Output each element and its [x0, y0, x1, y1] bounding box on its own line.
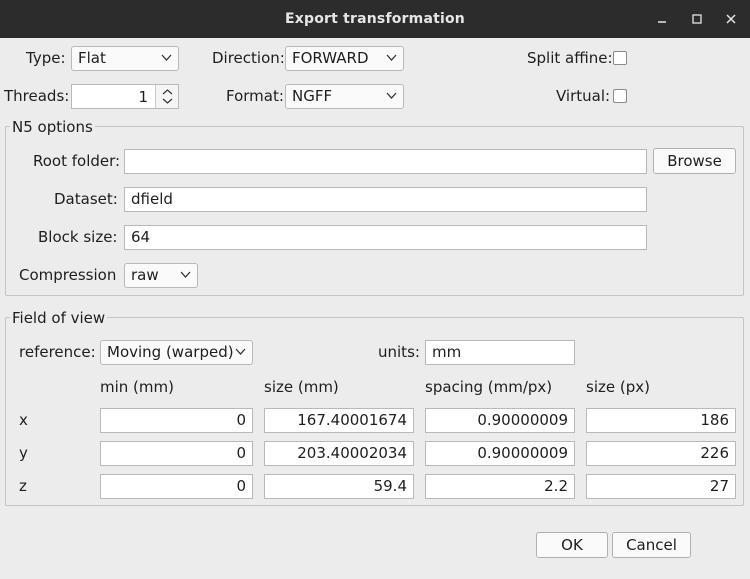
maximize-icon[interactable]	[687, 9, 707, 29]
block-size-input[interactable]: 64	[124, 225, 647, 250]
ok-button[interactable]: OK	[536, 532, 608, 558]
chevron-down-icon	[235, 348, 246, 355]
root-folder-label: Root folder:	[33, 152, 121, 170]
split-affine-label: Split affine:	[527, 49, 613, 67]
close-icon[interactable]	[721, 9, 741, 29]
split-affine-checkbox[interactable]	[613, 51, 627, 65]
chevron-down-icon	[180, 271, 191, 278]
header-min-mm: min (mm)	[100, 378, 174, 396]
type-combo[interactable]: Flat	[71, 46, 179, 71]
title-bar[interactable]: Export transformation	[0, 0, 750, 38]
y-spacing-input[interactable]: 0.90000009	[425, 441, 575, 466]
threads-value: 1	[138, 88, 148, 106]
x-spacing-input[interactable]: 0.90000009	[425, 408, 575, 433]
dataset-input[interactable]: dfield	[124, 187, 647, 212]
virtual-label: Virtual:	[556, 87, 611, 105]
x-size-mm-input[interactable]: 167.40001674	[264, 408, 414, 433]
threads-spinner[interactable]: 1	[71, 84, 179, 109]
direction-label: Direction:	[212, 49, 285, 67]
axis-y-label: y	[19, 444, 28, 462]
chevron-down-icon	[386, 92, 397, 99]
threads-spin-buttons[interactable]	[155, 85, 178, 108]
format-label: Format:	[226, 87, 284, 105]
direction-combo-value: FORWARD	[292, 49, 369, 67]
root-folder-input[interactable]	[124, 149, 647, 174]
window-title: Export transformation	[285, 11, 465, 27]
reference-label: reference:	[19, 343, 96, 361]
z-size-mm-input[interactable]: 59.4	[264, 474, 414, 499]
type-combo-value: Flat	[78, 49, 106, 67]
dataset-label: Dataset:	[54, 190, 118, 208]
compression-label: Compression	[19, 266, 117, 284]
type-label: Type:	[26, 49, 66, 67]
y-min-input[interactable]: 0	[100, 441, 253, 466]
spin-arrows-icon	[162, 89, 173, 104]
axis-z-label: z	[19, 477, 27, 495]
z-spacing-input[interactable]: 2.2	[425, 474, 575, 499]
x-min-input[interactable]: 0	[100, 408, 253, 433]
header-size-px: size (px)	[586, 378, 650, 396]
x-size-px-input[interactable]: 186	[586, 408, 736, 433]
z-size-px-input[interactable]: 27	[586, 474, 736, 499]
format-combo[interactable]: NGFF	[285, 84, 404, 109]
reference-combo[interactable]: Moving (warped)	[100, 340, 253, 365]
reference-combo-value: Moving (warped)	[107, 343, 234, 361]
block-size-label: Block size:	[38, 228, 118, 246]
y-size-px-input[interactable]: 226	[586, 441, 736, 466]
chevron-down-icon	[161, 54, 172, 61]
header-size-mm: size (mm)	[264, 378, 339, 396]
units-label: units:	[378, 343, 420, 361]
minimize-icon[interactable]	[652, 9, 672, 29]
compression-combo[interactable]: raw	[124, 263, 198, 288]
n5-options-title: N5 options	[10, 118, 95, 136]
y-size-mm-input[interactable]: 203.40002034	[264, 441, 414, 466]
compression-combo-value: raw	[131, 266, 159, 284]
field-of-view-title: Field of view	[10, 309, 108, 327]
cancel-button[interactable]: Cancel	[612, 532, 691, 558]
browse-button[interactable]: Browse	[653, 148, 736, 174]
format-combo-value: NGFF	[292, 87, 333, 105]
export-transformation-dialog: Export transformation Type: Flat Directi…	[0, 0, 750, 579]
direction-combo[interactable]: FORWARD	[285, 46, 404, 71]
virtual-checkbox[interactable]	[613, 89, 627, 103]
chevron-down-icon	[386, 54, 397, 61]
threads-label: Threads:	[4, 87, 70, 105]
axis-x-label: x	[19, 411, 28, 429]
header-spacing: spacing (mm/px)	[425, 378, 553, 396]
z-min-input[interactable]: 0	[100, 474, 253, 499]
units-input[interactable]: mm	[425, 340, 575, 365]
